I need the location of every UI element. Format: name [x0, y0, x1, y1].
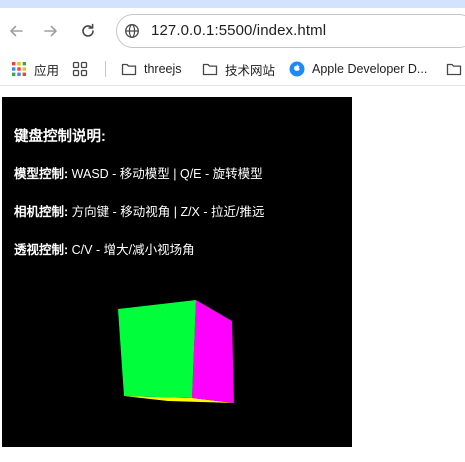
browser-toolbar: 127.0.0.1:5500/index.html: [0, 8, 465, 54]
reload-icon: [82, 23, 94, 37]
help-label: 透视控制:: [14, 243, 69, 257]
bookmark-apps[interactable]: 应用: [11, 54, 59, 84]
bookmark-folder-overflow[interactable]: [446, 54, 465, 84]
bookmark-label: 技术网站: [225, 63, 276, 78]
help-line-camera: 相机控制: 方向键 - 移动视角 | Z/X - 拉近/推远: [14, 201, 264, 220]
address-bar[interactable]: 127.0.0.1:5500/index.html: [116, 14, 465, 48]
bookmark-threejs[interactable]: threejs: [121, 54, 182, 84]
keyboard-help: 键盘控制说明: 模型控制: WASD - 移动模型 | Q/E - 旋转模型 相…: [14, 125, 264, 277]
threejs-canvas[interactable]: 键盘控制说明: 模型控制: WASD - 移动模型 | Q/E - 旋转模型 相…: [2, 97, 352, 447]
arrow-right-icon: [44, 25, 57, 37]
apps-grid-icon: [12, 62, 26, 76]
arrow-left-icon: [10, 25, 23, 37]
bookmark-tech-sites[interactable]: 技术网站: [202, 54, 275, 84]
reload-button[interactable]: [76, 19, 100, 43]
help-line-model: 模型控制: WASD - 移动模型 | Q/E - 旋转模型: [14, 163, 264, 182]
bookmark-apple-developer[interactable]: Apple Developer D...: [289, 54, 427, 84]
cube-right-face: [192, 300, 234, 403]
folder-icon: [121, 63, 137, 76]
cube-front-face: [118, 300, 196, 398]
window-top-strip: [0, 0, 465, 8]
back-button[interactable]: [4, 19, 28, 43]
help-line-perspective: 透视控制: C/V - 增大/减小视场角: [14, 239, 264, 258]
bookmark-label: 应用: [34, 63, 60, 78]
bookmark-separator: [105, 61, 106, 77]
bookmarks-bar: 应用 threejs 技术网站 Apple Developer D...: [0, 54, 465, 84]
bookmark-label: Apple Developer D...: [312, 62, 428, 76]
help-text: WASD - 移动模型 | Q/E - 旋转模型: [68, 167, 263, 181]
bookmark-tab-groups[interactable]: [72, 54, 95, 84]
help-label: 相机控制:: [14, 205, 69, 219]
folder-icon: [446, 63, 462, 76]
tab-groups-icon: [72, 61, 88, 77]
site-info-icon[interactable]: [124, 23, 140, 39]
help-title: 键盘控制说明:: [14, 129, 106, 145]
toolbar-divider: [0, 85, 465, 86]
help-text: C/V - 增大/减小视场角: [68, 243, 195, 257]
url-text[interactable]: 127.0.0.1:5500/index.html: [151, 22, 326, 39]
forward-button[interactable]: [39, 19, 63, 43]
bookmark-label: threejs: [144, 62, 182, 76]
help-text: 方向键 - 移动视角 | Z/X - 拉近/推远: [68, 205, 265, 219]
help-label: 模型控制:: [14, 167, 69, 181]
apple-icon: [289, 61, 305, 77]
folder-icon: [202, 63, 218, 76]
